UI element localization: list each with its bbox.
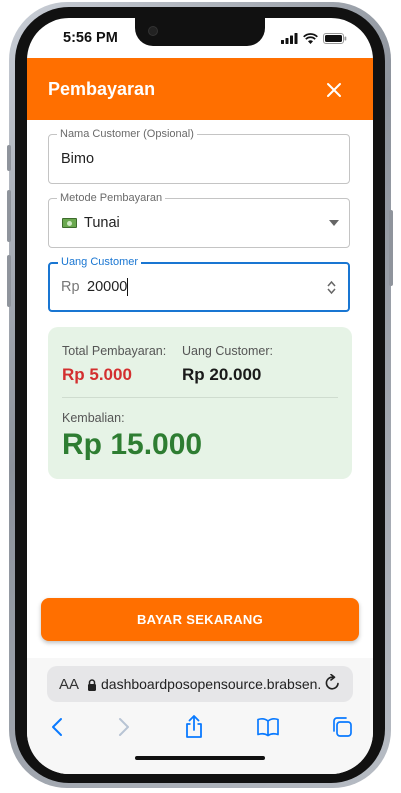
book-icon — [257, 718, 279, 737]
pay-now-button[interactable]: BAYAR SEKARANG — [41, 598, 359, 641]
customer-name-label: Nama Customer (Opsional) — [57, 127, 197, 141]
volume-up-button — [7, 190, 11, 242]
number-stepper-icon[interactable] — [327, 280, 336, 295]
total-label: Total Pembayaran: — [62, 344, 167, 358]
wifi-icon — [303, 32, 318, 44]
close-icon — [327, 83, 341, 97]
change-value: Rp 15.000 — [62, 428, 203, 461]
url-text: dashboardposopensource.brabsen.m — [101, 676, 321, 692]
tabs-icon — [333, 717, 352, 737]
customer-name-field[interactable]: Nama Customer (Opsional) Bimo — [48, 127, 350, 184]
chevron-left-icon — [52, 718, 62, 736]
payment-method-value: Tunai — [84, 215, 120, 231]
text-cursor — [127, 278, 128, 296]
total-value: Rp 5.000 — [62, 365, 132, 384]
payment-method-label: Metode Pembayaran — [57, 191, 166, 205]
customer-money-input[interactable]: Uang Customer Rp 20000 — [48, 255, 350, 312]
payment-method-select[interactable]: Metode Pembayaran Tunai — [48, 191, 350, 248]
customer-money-label: Uang Customer — [58, 255, 142, 269]
share-icon — [186, 715, 202, 738]
customer-money-value: 20000 — [87, 279, 128, 295]
text-size-button[interactable]: AA — [59, 676, 79, 693]
chevron-right-icon — [119, 718, 129, 736]
text-size-label: AA — [59, 676, 80, 693]
mute-switch — [7, 145, 11, 171]
screen: 5:56 PM Pembayaran Nama Customer (Opsion… — [27, 18, 373, 774]
reload-icon[interactable] — [324, 674, 341, 692]
bookmarks-button[interactable] — [256, 715, 280, 739]
power-button — [389, 210, 393, 286]
change-label: Kembalian: — [62, 411, 125, 425]
customer-name-value: Bimo — [61, 151, 95, 167]
close-button[interactable] — [320, 76, 348, 104]
camera-icon — [148, 26, 158, 36]
currency-prefix: Rp — [61, 279, 80, 295]
status-time: 5:56 PM — [63, 30, 118, 46]
battery-icon — [323, 32, 347, 44]
back-button[interactable] — [45, 715, 69, 739]
share-button[interactable] — [182, 715, 206, 739]
lock-icon — [88, 679, 96, 691]
payment-summary-card: Total Pembayaran: Rp 5.000 Uang Customer… — [48, 327, 352, 479]
volume-down-button — [7, 255, 11, 307]
tabs-button[interactable] — [330, 715, 354, 739]
page-title: Pembayaran — [48, 79, 156, 99]
money-icon — [62, 218, 77, 228]
customer-money-summary-value: Rp 20.000 — [182, 365, 262, 384]
signal-icon — [281, 32, 298, 44]
home-indicator — [135, 756, 265, 760]
forward-button[interactable] — [112, 715, 136, 739]
chevron-down-icon — [329, 220, 339, 226]
customer-money-summary-label: Uang Customer: — [182, 344, 274, 358]
summary-divider — [62, 397, 338, 398]
status-icons — [281, 31, 347, 45]
